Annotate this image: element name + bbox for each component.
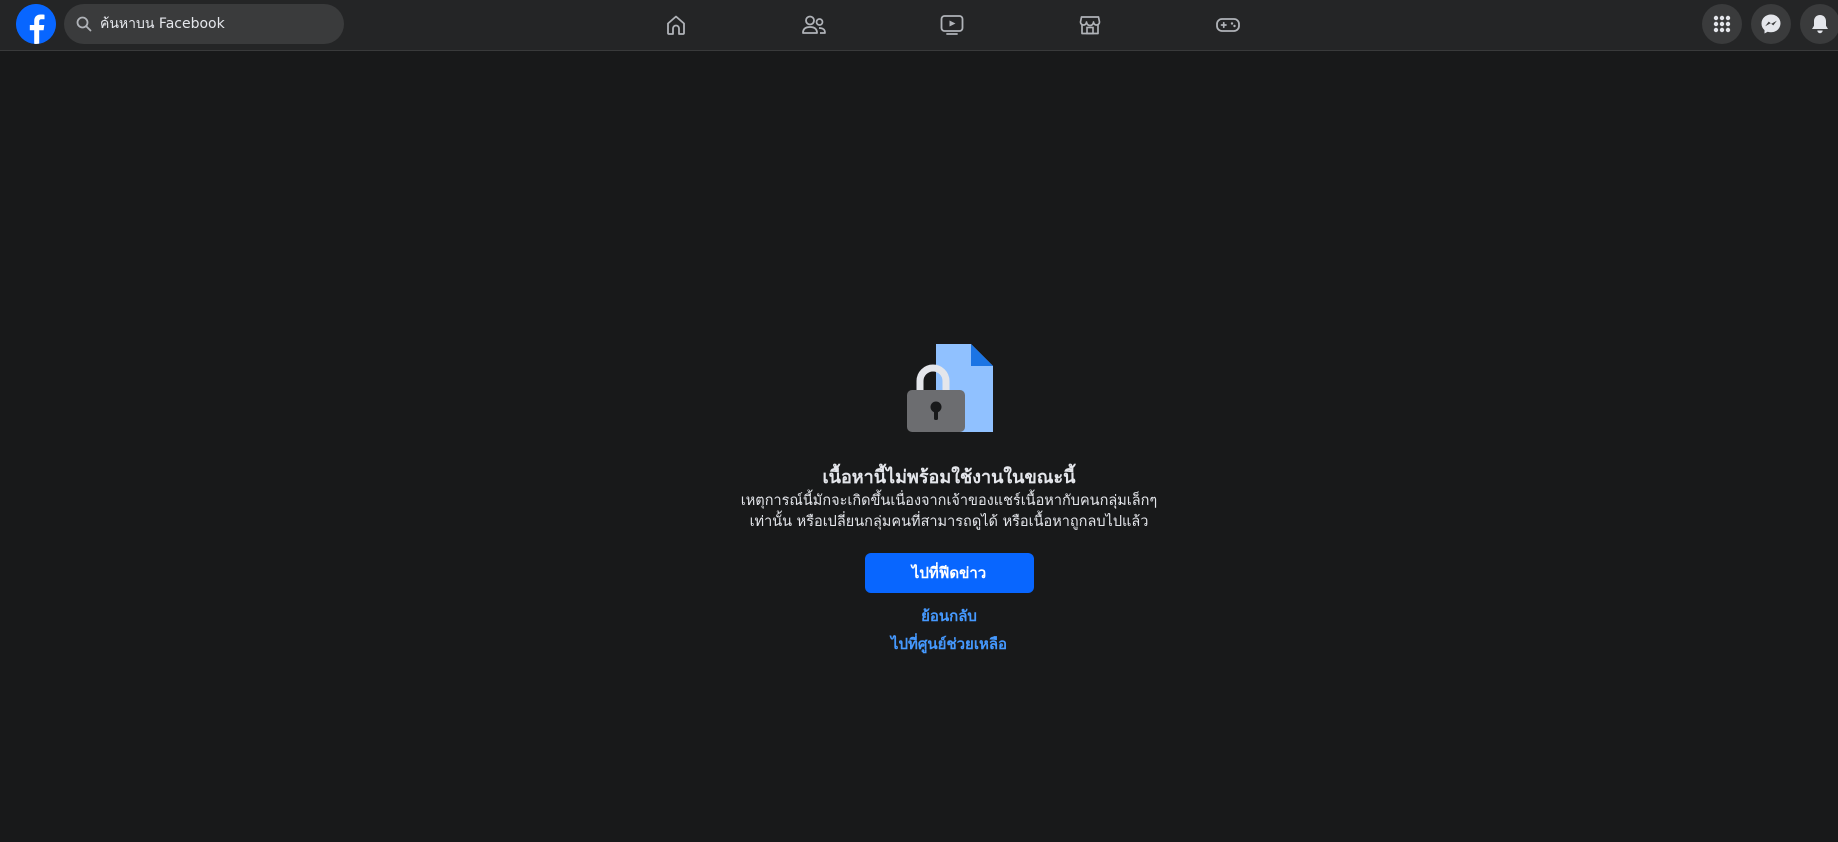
gaming-icon <box>1216 18 1240 32</box>
locked-document-icon <box>901 344 1001 440</box>
home-icon <box>667 15 685 35</box>
main-content: เนื้อหานี้ไม่พร้อมใช้งานในขณะนี้ เหตุการ… <box>0 52 1838 842</box>
tab-gaming[interactable] <box>1172 0 1284 50</box>
marketplace-icon <box>1079 16 1101 35</box>
go-to-news-feed-button[interactable]: ไปที่ฟีดข่าว <box>864 553 1034 593</box>
tab-video[interactable] <box>896 0 1008 50</box>
search-box[interactable] <box>64 4 344 44</box>
notifications-button[interactable] <box>1800 4 1838 44</box>
bell-icon <box>1812 15 1828 34</box>
unavailable-description: เหตุการณ์นี้มักจะเกิดขึ้นเนื่องจากเจ้าขอ… <box>740 493 1158 530</box>
facebook-f-icon <box>16 4 56 44</box>
grid-menu-icon <box>1713 15 1731 33</box>
menu-button[interactable] <box>1702 4 1742 44</box>
top-navigation-bar <box>0 0 1838 51</box>
tab-home[interactable] <box>620 0 732 50</box>
search-input[interactable] <box>100 16 320 32</box>
messenger-icon <box>1761 14 1781 34</box>
back-link[interactable]: ย้อนกลับ <box>719 607 1179 626</box>
video-icon <box>940 15 964 35</box>
facebook-logo[interactable] <box>16 4 56 44</box>
content-unavailable-panel: เนื้อหานี้ไม่พร้อมใช้งานในขณะนี้ เหตุการ… <box>719 344 1179 654</box>
help-center-link[interactable]: ไปที่ศูนย์ช่วยเหลือ <box>719 635 1179 654</box>
unavailable-heading: เนื้อหานี้ไม่พร้อมใช้งานในขณะนี้ <box>822 467 1076 488</box>
search-icon <box>76 16 92 32</box>
friends-icon <box>802 15 826 34</box>
tab-friends[interactable] <box>758 0 870 50</box>
messenger-button[interactable] <box>1751 4 1791 44</box>
tab-marketplace[interactable] <box>1034 0 1146 50</box>
